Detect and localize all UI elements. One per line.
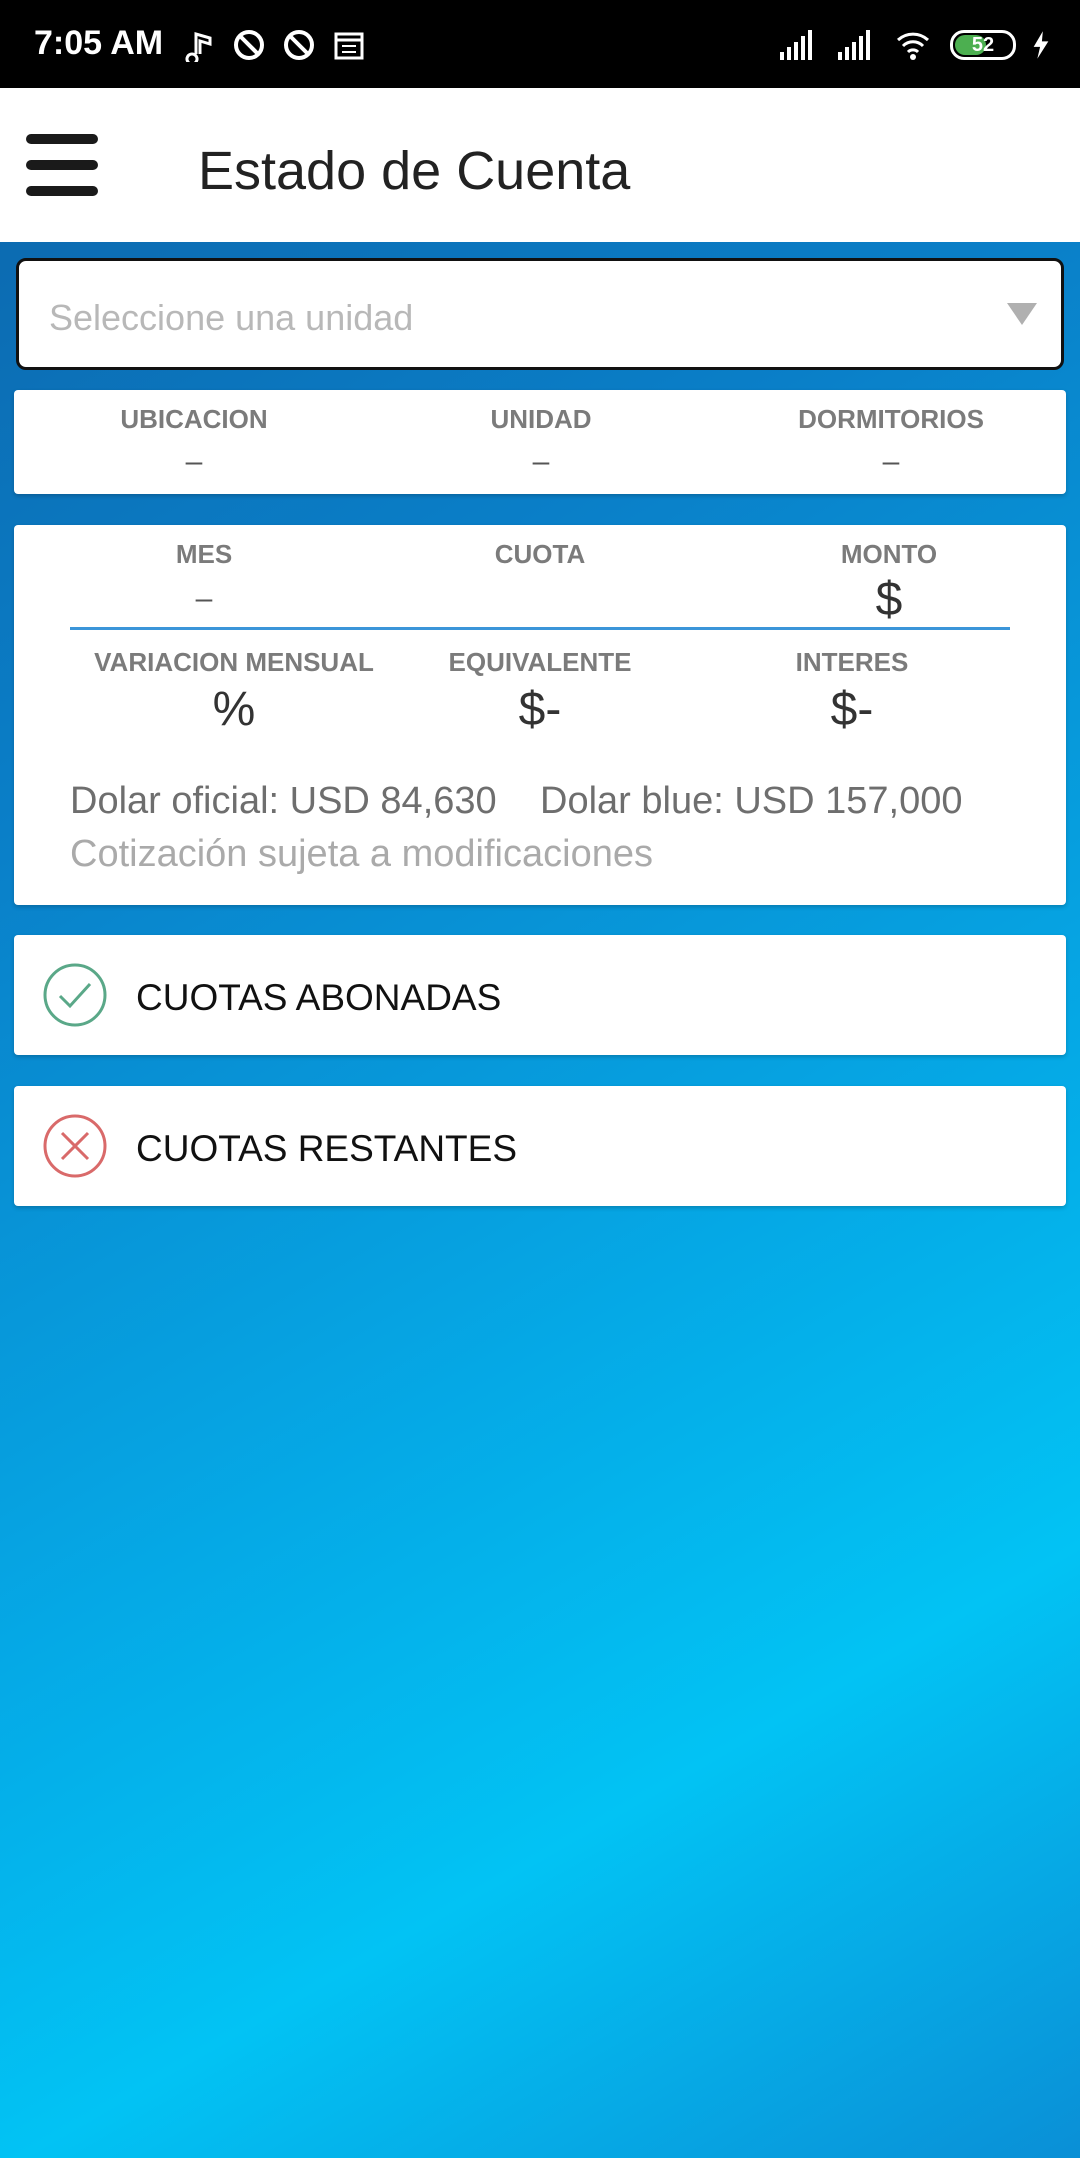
unit-select[interactable]: Seleccione una unidad xyxy=(16,258,1064,370)
equivalente-column: EQUIVALENTE $- xyxy=(410,647,670,737)
music-icon xyxy=(185,32,212,62)
dormitorios-value: – xyxy=(882,445,900,478)
unidad-column: UNIDAD – xyxy=(376,404,706,479)
page-title: Estado de Cuenta xyxy=(198,141,631,201)
unidad-label: UNIDAD xyxy=(490,404,592,434)
dolar-blue-text: Dolar blue: USD 157,000 xyxy=(540,780,963,822)
mes-value: – xyxy=(195,582,213,615)
cuota-label: CUOTA xyxy=(494,539,586,569)
close-circle-icon xyxy=(43,1114,107,1178)
equivalente-label: EQUIVALENTE xyxy=(448,647,632,677)
equivalente-value: $- xyxy=(518,683,562,736)
variacion-label: VARIACION MENSUAL xyxy=(94,647,374,677)
cuota-column: CUOTA xyxy=(410,539,670,570)
cuotas-abonadas-label: CUOTAS ABONADAS xyxy=(136,977,502,1018)
variacion-column: VARIACION MENSUAL % xyxy=(74,647,394,737)
signal-icon xyxy=(780,30,812,60)
status-bar: 7:05 AM 52 xyxy=(0,0,1080,88)
cuotas-abonadas-button[interactable]: CUOTAS ABONADAS xyxy=(14,935,1066,1055)
cotizacion-note: Cotización sujeta a modificaciones xyxy=(70,833,653,875)
battery-icon: 52 xyxy=(950,30,1016,60)
cuotas-restantes-button[interactable]: CUOTAS RESTANTES xyxy=(14,1086,1066,1206)
ubicacion-label: UBICACION xyxy=(120,404,268,434)
signal-icon xyxy=(838,30,870,60)
charging-icon xyxy=(1033,31,1049,59)
variacion-value: % xyxy=(212,683,256,736)
dormitorios-column: DORMITORIOS – xyxy=(726,404,1056,479)
system-icons: 52 xyxy=(776,28,1052,62)
blocked-icon xyxy=(284,30,314,60)
chevron-down-icon xyxy=(1007,303,1037,325)
monto-value: $ xyxy=(875,573,903,626)
dormitorios-label: DORMITORIOS xyxy=(798,404,984,434)
app-bar: Estado de Cuenta xyxy=(0,88,1080,242)
interes-column: INTERES $- xyxy=(722,647,982,737)
unit-select-placeholder: Seleccione una unidad xyxy=(49,297,414,338)
status-time: 7:05 AM xyxy=(34,24,164,62)
mes-label: MES xyxy=(175,539,233,569)
monto-label: MONTO xyxy=(840,539,938,569)
menu-icon[interactable] xyxy=(26,134,102,196)
check-circle-icon xyxy=(43,963,107,1027)
divider xyxy=(70,627,1010,630)
dolar-oficial-text: Dolar oficial: USD 84,630 xyxy=(70,780,497,822)
cuotas-restantes-label: CUOTAS RESTANTES xyxy=(136,1128,518,1169)
battery-level: 52 xyxy=(971,33,995,56)
interes-value: $- xyxy=(830,683,874,736)
unidad-value: – xyxy=(532,445,550,478)
blocked-icon xyxy=(234,30,264,60)
wifi-icon xyxy=(896,32,930,60)
interes-label: INTERES xyxy=(795,647,909,677)
ubicacion-column: UBICACION – xyxy=(29,404,359,479)
calendar-icon xyxy=(334,32,364,60)
mes-column: MES – xyxy=(74,539,334,616)
account-detail-card: MES – CUOTA MONTO $ VARIACION MENSUAL % … xyxy=(14,525,1066,905)
notification-icons xyxy=(182,28,366,62)
ubicacion-value: – xyxy=(185,445,203,478)
monto-column: MONTO $ xyxy=(759,539,1019,627)
unit-info-card: UBICACION – UNIDAD – DORMITORIOS – xyxy=(14,390,1066,494)
